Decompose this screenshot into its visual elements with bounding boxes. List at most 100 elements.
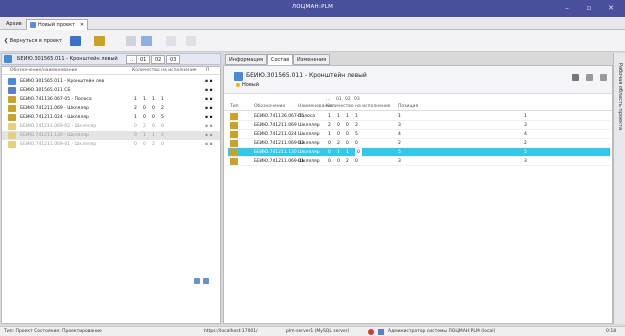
- minimize-button[interactable]: –: [560, 3, 574, 13]
- tree-row[interactable]: БЕИЮ.741211.069-01 - Шкляляр 0 0 2 0 ▪ ▪: [2, 140, 220, 149]
- tree-qty-cell: 0: [143, 106, 146, 111]
- tree-qty-cell: 0: [143, 142, 146, 147]
- row-position: 4: [398, 132, 401, 137]
- tree-qty-cell: 2: [152, 142, 155, 147]
- row-qty-cell: 0: [337, 132, 340, 137]
- composition-column-header: Тип Обозначение Наименование Количество …: [224, 103, 612, 111]
- tree-qty-cell: 0: [134, 124, 137, 129]
- tree-qty-cell: 0: [152, 106, 155, 111]
- col-designation[interactable]: Обозначение: [254, 103, 285, 111]
- col-sep-header[interactable]: П: [206, 67, 209, 75]
- workspace-sidebar-label[interactable]: Рабочая область проекта: [617, 63, 623, 130]
- exec-tab-01[interactable]: 01: [136, 55, 151, 64]
- row-position: 5: [398, 150, 401, 155]
- tree-row[interactable]: БЕИЮ.741136.067-05 - Полоса 1 1 1 1 ▪ ▪: [2, 95, 220, 104]
- tree-qty-cell: 2: [161, 106, 164, 111]
- project-icon: [30, 22, 36, 28]
- tab-archive[interactable]: Архив: [2, 19, 26, 30]
- col-qty[interactable]: Количество на исполнение: [326, 103, 391, 111]
- save-icon[interactable]: [70, 36, 81, 46]
- composition-row[interactable]: БЕИЮ.741211.130 Шкляляр 0 1 1 0 5 5: [228, 148, 610, 157]
- component-icon[interactable]: [94, 36, 105, 46]
- link-icon[interactable]: [166, 36, 176, 46]
- row-qty-cell: 1: [328, 132, 331, 137]
- tree-row[interactable]: БЕИЮ.741211.069 - Шкляляр 2 0 0 2 ▪ ▪: [2, 104, 220, 113]
- grid-view-icon[interactable]: [194, 278, 200, 284]
- tree-qty-cell: 0: [134, 142, 137, 147]
- composition-pane: БЕИЮ.301565.011 - Кронштейн левый Новый …: [223, 65, 613, 324]
- close-tab-icon[interactable]: ✕: [80, 21, 84, 30]
- row-position: 1: [398, 114, 401, 119]
- row-qty-cell: 0: [328, 150, 331, 155]
- details-tabs: Информация Состав Изменения: [223, 53, 613, 65]
- tree-row-flags: ▪ ▪: [205, 88, 213, 93]
- row-qty-cell: 2: [328, 123, 331, 128]
- row-position: 2: [398, 141, 401, 146]
- tree-row-flags: ▪ ▪: [205, 79, 213, 84]
- row-qty-cell: 0: [337, 123, 340, 128]
- composition-row[interactable]: БЕИЮ.741136.067-05 Полоса 1 1 1 1 1 1: [228, 112, 610, 121]
- table-icon[interactable]: [126, 36, 136, 46]
- restore-button[interactable]: ▫: [582, 3, 596, 13]
- composition-row[interactable]: БЕИЮ.741211.069 Шкляляр 2 0 0 2 3 3: [228, 121, 610, 130]
- row-qty-cell: 1: [337, 114, 340, 119]
- col-type[interactable]: Тип: [230, 103, 239, 111]
- tree-qty-cell: 1: [161, 97, 164, 102]
- item-type-icon: [8, 105, 16, 112]
- composition-row[interactable]: БЕИЮ.741211.024 Шкляляр 1 0 0 5 4 4: [228, 130, 610, 139]
- object-card: БЕИЮ.301565.011 - Кронштейн левый Новый: [224, 66, 612, 94]
- row-qty-cell: 5: [355, 132, 358, 137]
- tree-qty-cell: 1: [134, 115, 137, 120]
- back-to-project-button[interactable]: ❮ Вернуться в проект: [4, 35, 62, 47]
- row-qty-cell: 1: [328, 114, 331, 119]
- export-icon[interactable]: [600, 74, 607, 81]
- col-position[interactable]: Позиция: [398, 103, 418, 111]
- row-naming: Полоса: [298, 114, 315, 119]
- tree-row[interactable]: БЕИЮ.741211.024 - Шкляляр 1 0 0 5 ▪ ▪: [2, 113, 220, 122]
- tree-row-label: БЕИЮ.741211.130 - Шкляляр: [20, 133, 89, 138]
- part-icon: [230, 149, 238, 156]
- row-qty-cell: 1: [355, 114, 358, 119]
- composition-row[interactable]: БЕИЮ.741211.069-01 Шкляляр 0 0 2 0 3 3: [228, 157, 610, 166]
- tree-row[interactable]: БЕИЮ.741211.130 - Шкляляр 0 1 1 0 ▪ ▪: [2, 131, 220, 140]
- tab-changes[interactable]: Изменения: [293, 54, 331, 65]
- status-url: https://localhost:17001/: [204, 329, 258, 334]
- exec-tab-03[interactable]: 03: [166, 55, 181, 64]
- close-window-button[interactable]: ✕: [604, 3, 618, 13]
- filter-icon[interactable]: [186, 36, 196, 46]
- columns-icon[interactable]: [586, 74, 593, 81]
- part-icon: [230, 140, 238, 147]
- status-clock: 0:18: [606, 329, 617, 334]
- row-qty-cell: 0: [328, 159, 331, 164]
- tab-information[interactable]: Информация: [225, 54, 268, 65]
- tree-qty-cell: 0: [161, 124, 164, 129]
- part-icon: [230, 131, 238, 138]
- status-type: Тип: Проект Состояние: Проектирование: [4, 329, 102, 334]
- tab-new-project[interactable]: Новый проект ✕: [26, 19, 89, 30]
- exec-tab-02[interactable]: 02: [151, 55, 166, 64]
- tree-row-label: БЕИЮ.301565.011 СБ: [20, 88, 71, 93]
- row-extra: 3: [524, 159, 527, 164]
- col-name-header[interactable]: Обозначение/наименование: [10, 67, 77, 75]
- tab-composition[interactable]: Состав: [267, 54, 294, 65]
- tab-new-project-label: Новый проект: [38, 22, 76, 28]
- left-header-title[interactable]: БЕИЮ.301565.011 - Кронштейн левый: [14, 55, 121, 64]
- tree-row-label: БЕИЮ.741211.069-01 - Шкляляр: [20, 142, 97, 147]
- tree-row[interactable]: БЕИЮ.301565.011 - Кронштейн лев ▪ ▪: [2, 77, 220, 86]
- list-view-icon[interactable]: [203, 278, 209, 284]
- alert-icon[interactable]: [368, 329, 374, 335]
- row-naming: Шкляляр: [298, 150, 320, 155]
- tree-qty-cell: 0: [161, 142, 164, 147]
- tree-row[interactable]: БЕИЮ.301565.011 СБ ▪ ▪: [2, 86, 220, 95]
- col-qty-header[interactable]: Количество на исполнение: [132, 67, 197, 75]
- tree-qty-cell: 1: [152, 97, 155, 102]
- part-icon: [230, 122, 238, 129]
- row-qty-cell: 0: [346, 123, 349, 128]
- tree-row[interactable]: БЕИЮ.741211.069-02 - Шкляляр 0 2 0 0 ▪ ▪: [2, 122, 220, 131]
- composition-row[interactable]: БЕИЮ.741211.069-02 Шкляляр 0 2 0 0 2 2: [228, 139, 610, 148]
- tree-row-flags: ▪ ▪: [205, 133, 213, 138]
- workspace-sidebar: Рабочая область проекта: [613, 53, 625, 324]
- assembly-icon[interactable]: [141, 36, 152, 46]
- settings-icon[interactable]: [572, 74, 579, 81]
- row-qty-cell[interactable]: 0: [355, 148, 362, 157]
